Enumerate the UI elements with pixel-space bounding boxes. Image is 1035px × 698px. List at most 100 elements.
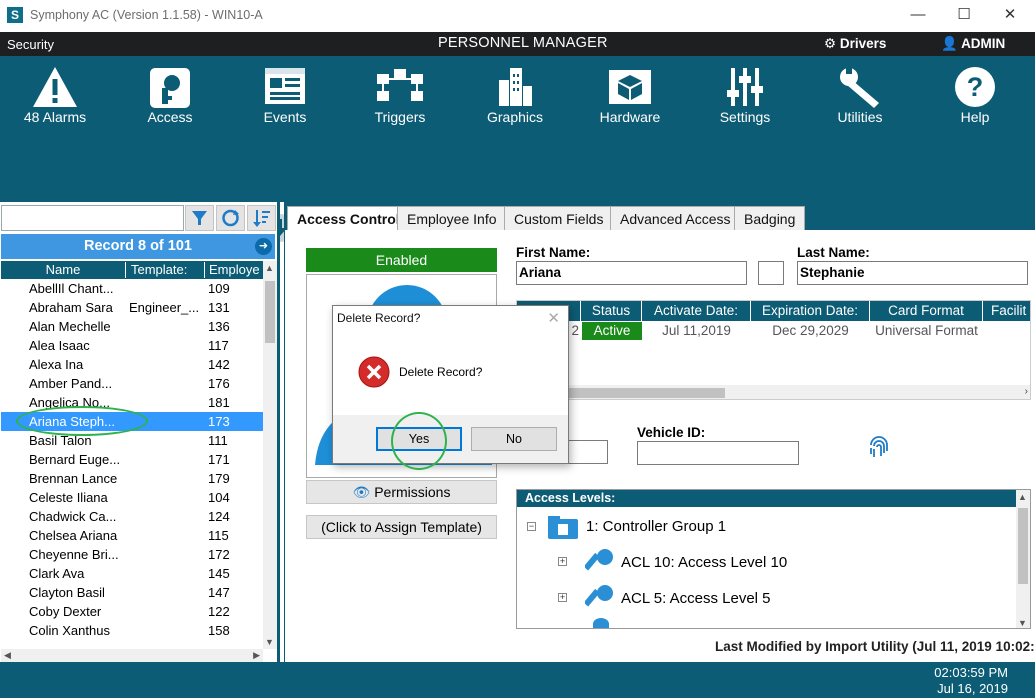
list-item-name: Clayton Basil [29,585,105,600]
personnel-list-pane: Record 8 of 101 ➜ Name Template: Employe… [0,202,280,663]
column-header-facility[interactable]: Facilit [983,301,1030,321]
permissions-button[interactable]: 👁 Permissions [306,480,497,504]
list-item[interactable]: Brennan Lance 179 [1,469,263,488]
tab-access-control[interactable]: Access Control [287,206,410,233]
scroll-right-icon[interactable]: › [1025,386,1028,397]
list-horizontal-scrollbar[interactable]: ◀ ▶ [1,649,263,663]
column-header-card-format[interactable]: Card Format [870,301,983,321]
scroll-down-icon[interactable]: ▼ [265,637,274,647]
list-item[interactable]: Abraham Sara Engineer_... 131 [1,298,263,317]
expand-icon[interactable]: + [558,557,567,566]
collapse-icon[interactable]: − [527,522,536,531]
drivers-link[interactable]: ⚙ Drivers [824,36,886,52]
card-status-badge[interactable]: Active [582,322,642,340]
tree-item-access-level-5[interactable]: ACL 5: Access Level 5 [621,590,771,607]
scroll-up-icon[interactable]: ▲ [265,263,274,273]
nav-events[interactable]: Events [237,66,333,134]
dialog-close-icon[interactable]: ✕ [547,309,560,327]
list-item[interactable]: AbellIl Chant... 109 [1,279,263,298]
credentials-horizontal-scrollbar[interactable]: › [517,385,1030,399]
scroll-left-icon[interactable]: ◀ [4,650,11,661]
column-header-employee[interactable]: Employe [206,262,263,278]
window-title: Symphony AC (Version 1.1.58) - WIN10-A [30,8,263,22]
filter-button[interactable] [185,205,214,231]
tab-employee-info[interactable]: Employee Info [397,206,507,232]
enabled-status-bar[interactable]: Enabled [306,248,497,272]
scrollbar-thumb[interactable] [265,281,275,343]
nav-utilities[interactable]: Utilities [812,66,908,134]
nav-hardware[interactable]: Hardware [582,66,678,134]
expiration-date-cell[interactable]: Dec 29,2029 [751,321,870,341]
column-header-status[interactable]: Status [581,301,642,321]
close-window-button[interactable]: ✕ [987,0,1033,32]
tab-badging[interactable]: Badging [734,206,806,232]
nav-help[interactable]: ? Help [927,66,1023,134]
middle-initial-field[interactable] [758,261,784,285]
search-input[interactable] [1,205,184,231]
list-item[interactable]: Amber Pand... 176 [1,374,263,393]
card-format-cell[interactable]: Universal Format [870,321,983,341]
nav-access[interactable]: Access [122,66,218,134]
scroll-right-icon[interactable]: ▶ [253,650,260,661]
list-item[interactable]: Cheyenne Bri... 172 [1,545,263,564]
last-name-label: Last Name: [797,245,870,260]
list-item[interactable]: Alan Mechelle 136 [1,317,263,336]
column-header-name[interactable]: Name [1,262,126,278]
tree-item-access-level-10[interactable]: ACL 10: Access Level 10 [621,554,787,571]
list-item[interactable]: Basil Talon 111 [1,431,263,450]
no-button[interactable]: No [471,427,557,451]
list-item-name: Brennan Lance [29,471,118,486]
column-header-template[interactable]: Template: [127,262,205,278]
list-item[interactable]: Chelsea Ariana 115 [1,526,263,545]
list-vertical-scrollbar[interactable]: ▲ ▼ [263,261,277,649]
section-label: Security [7,37,54,52]
minimize-button[interactable]: — [895,0,941,32]
last-modified-text: Last Modified by Import Utility (Jul 11,… [715,639,1035,654]
clock: 02:03:59 PM Jul 16, 2019 [934,665,1008,697]
assign-template-button[interactable]: (Click to Assign Template) [306,515,497,539]
list-item[interactable]: Alexa Ina 142 [1,355,263,374]
nav-label: Utilities [837,109,883,125]
tab-custom-fields[interactable]: Custom Fields [504,206,614,232]
first-name-field[interactable]: Ariana [516,261,747,285]
list-item[interactable]: Celeste Iliana 104 [1,488,263,507]
next-record-button[interactable]: ➜ [255,238,272,255]
list-item[interactable]: Clayton Basil 147 [1,583,263,602]
list-item[interactable]: Bernard Euge... 171 [1,450,263,469]
list-item[interactable]: Alea Isaac 117 [1,336,263,355]
selection-highlight-annotation [16,406,148,436]
list-item[interactable]: Clark Ava 145 [1,564,263,583]
nav-settings[interactable]: Settings [697,66,793,134]
nav-triggers[interactable]: Triggers [352,66,448,134]
expand-icon[interactable]: + [558,593,567,602]
scroll-down-icon[interactable]: ▼ [1018,618,1027,628]
vehicle-id-field[interactable] [637,441,799,465]
admin-label: ADMIN [961,36,1006,51]
maximize-button[interactable]: ☐ [941,0,987,32]
tab-advanced-access[interactable]: Advanced Access [610,206,741,232]
list-item-employee-id: 176 [208,376,230,391]
nav-graphics[interactable]: Graphics [467,66,563,134]
list-item-employee-id: 131 [208,300,230,315]
column-header-activate[interactable]: Activate Date: [642,301,751,321]
activate-date-cell[interactable]: Jul 11,2019 [642,321,751,341]
window-titlebar: S Symphony AC (Version 1.1.58) - WIN10-A… [0,0,1035,32]
last-name-field[interactable]: Stephanie [797,261,1028,285]
list-item-name: Alexa Ina [29,357,84,372]
list-item[interactable]: Chadwick Ca... 124 [1,507,263,526]
list-item[interactable]: Colin Xanthus 158 [1,621,263,637]
admin-user-link[interactable]: 👤 ADMIN [941,36,1005,52]
scroll-up-icon[interactable]: ▲ [1018,492,1027,502]
status-bar: 02:03:59 PM Jul 16, 2019 [0,662,1035,698]
nav-alarms[interactable]: 48 Alarms [7,66,103,134]
refresh-button[interactable] [216,205,245,231]
column-header-expiration[interactable]: Expiration Date: [751,301,870,321]
tree-item-controller-group[interactable]: 1: Controller Group 1 [586,518,726,535]
access-levels-scrollbar[interactable]: ▲ ▼ [1016,490,1030,628]
sort-button[interactable] [247,205,276,231]
fingerprint-icon [870,436,888,457]
list-item[interactable]: Coby Dexter 122 [1,602,263,621]
fingerprint-button[interactable] [867,433,891,468]
page-title: PERSONNEL MANAGER [438,35,608,51]
scrollbar-thumb[interactable] [1018,508,1028,584]
